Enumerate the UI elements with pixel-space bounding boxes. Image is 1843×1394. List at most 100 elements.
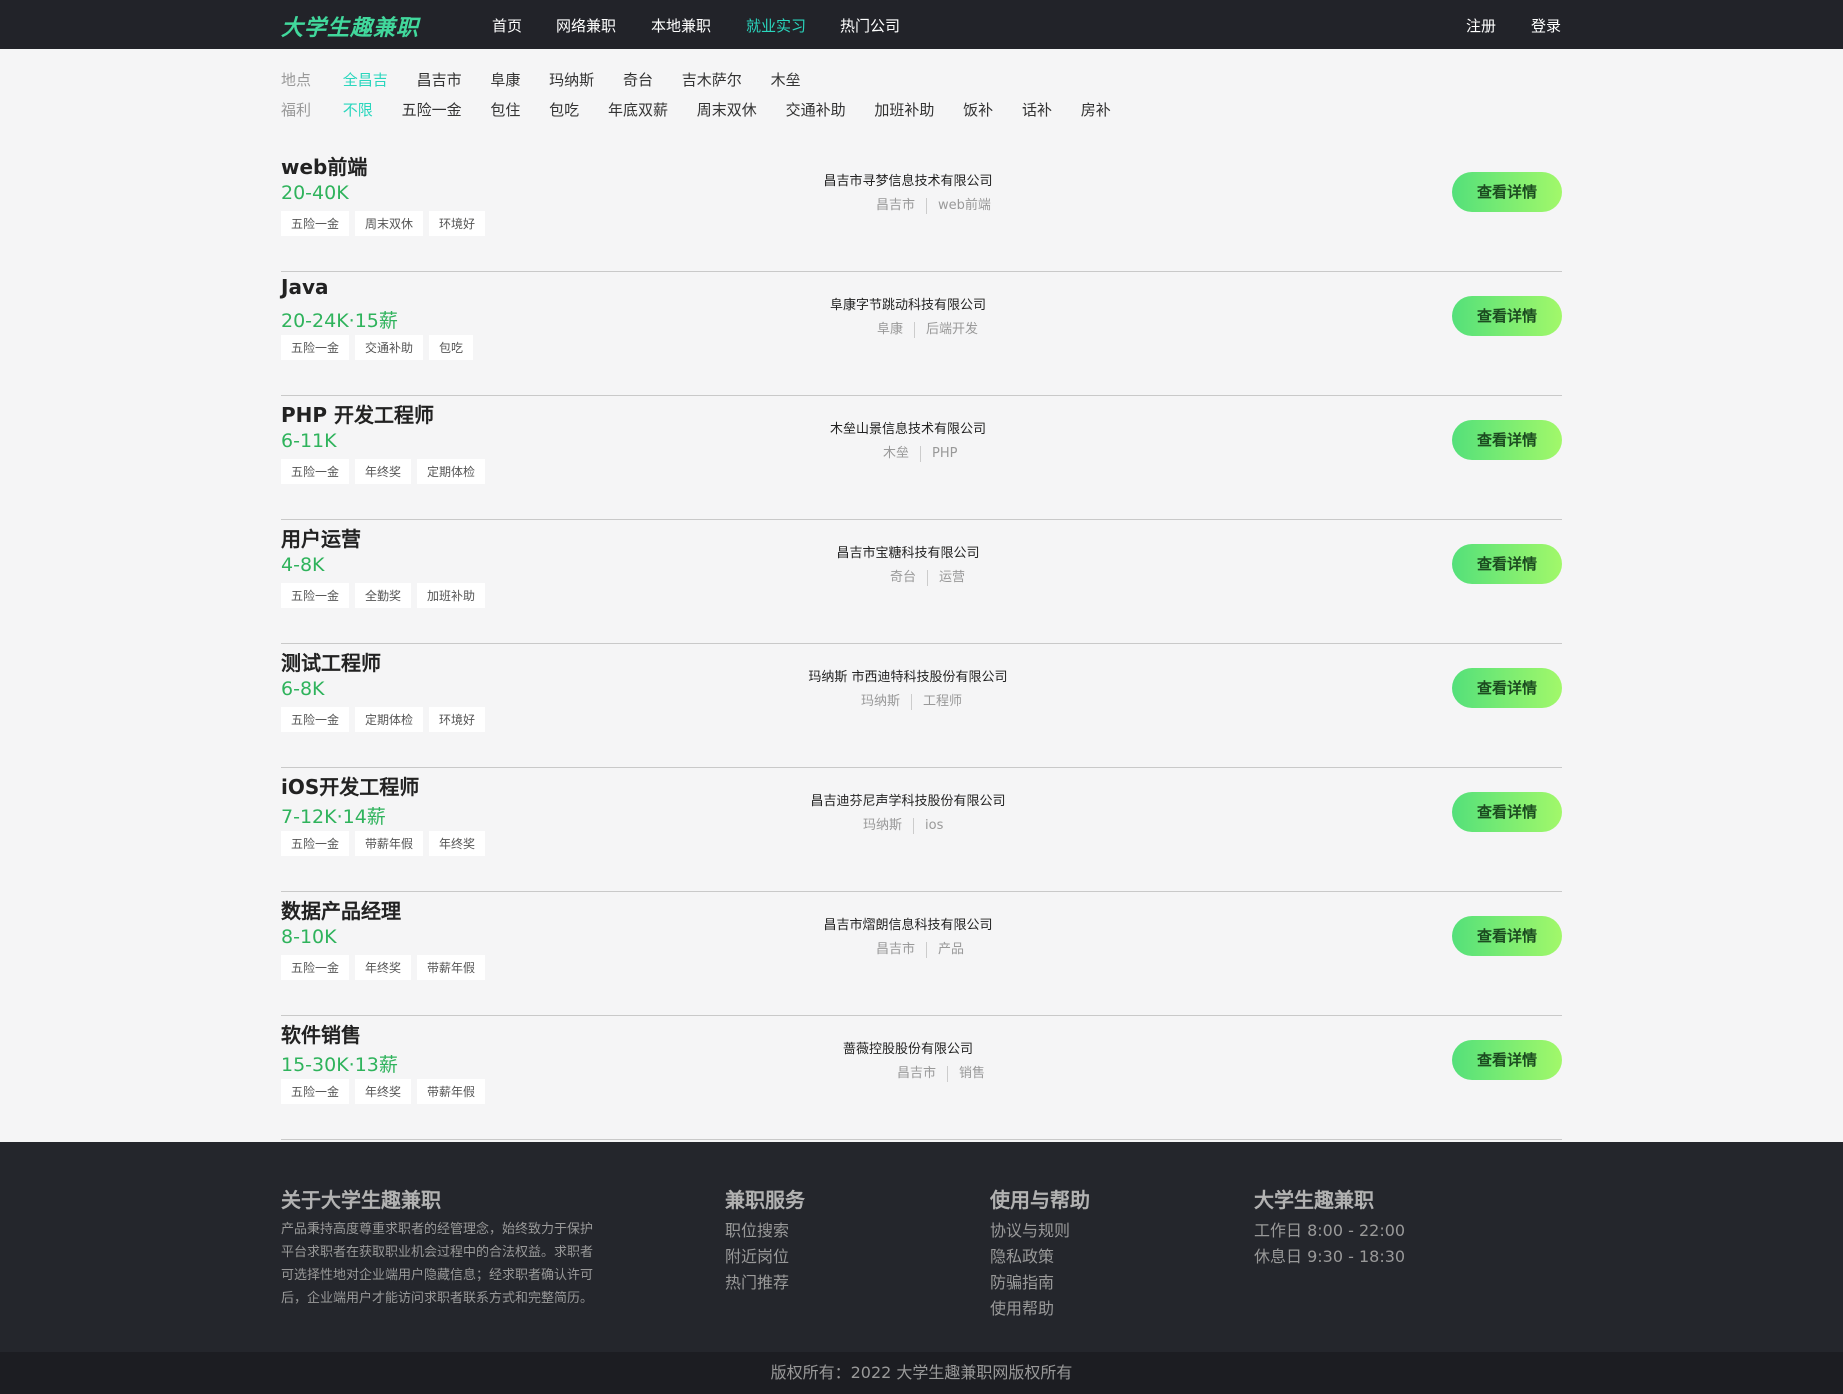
location-option[interactable]: 阜康 xyxy=(490,69,520,90)
job-category: 销售 xyxy=(959,1066,986,1081)
login-link[interactable]: 登录 xyxy=(1531,15,1561,36)
benefit-option[interactable]: 不限 xyxy=(343,99,373,120)
company-name[interactable]: 阜康字节跳动科技有限公司 xyxy=(748,294,1068,313)
location-option[interactable]: 玛纳斯 xyxy=(549,69,594,90)
benefit-option[interactable]: 年底双薪 xyxy=(608,99,668,120)
site-logo[interactable]: 大学生趣兼职 xyxy=(281,10,419,42)
job-title[interactable]: 软件销售 xyxy=(281,1019,361,1048)
register-link[interactable]: 注册 xyxy=(1466,15,1496,36)
job-title[interactable]: PHP 开发工程师 xyxy=(281,399,434,428)
benefit-tag: 五险一金 xyxy=(281,955,350,980)
job-title[interactable]: 测试工程师 xyxy=(281,647,381,676)
job-title[interactable]: 数据产品经理 xyxy=(281,895,401,924)
location-option[interactable]: 木垒 xyxy=(771,69,801,90)
benefit-tag: 五险一金 xyxy=(281,831,350,856)
benefit-option[interactable]: 包住 xyxy=(490,99,520,120)
benefit-option[interactable]: 周末双休 xyxy=(697,99,757,120)
job-location: 昌吉市 xyxy=(876,198,916,213)
company-name[interactable]: 木垒山景信息技术有限公司 xyxy=(748,418,1068,437)
benefit-option[interactable]: 五险一金 xyxy=(402,99,462,120)
meta-divider xyxy=(913,817,915,834)
benefit-tag: 交通补助 xyxy=(355,335,424,360)
meta-divider xyxy=(947,1065,949,1082)
footer-link-nearby-jobs[interactable]: 附近岗位 xyxy=(725,1244,789,1270)
job-title[interactable]: 用户运营 xyxy=(281,523,361,552)
benefit-option[interactable]: 交通补助 xyxy=(786,99,846,120)
job-salary: 6-8K xyxy=(281,678,325,700)
benefit-option[interactable]: 房补 xyxy=(1081,99,1111,120)
view-details-button[interactable]: 查看详情 xyxy=(1452,668,1562,708)
job-meta: 奇台 运营 xyxy=(890,566,965,586)
job-title[interactable]: Java xyxy=(281,275,328,299)
nav-local-jobs[interactable]: 本地兼职 xyxy=(651,15,711,36)
site-footer: 关于大学生趣兼职 产品秉持高度尊重求职者的经管理念，始终致力于保护平台求职者在获… xyxy=(0,1142,1843,1352)
nav-internship[interactable]: 就业实习 xyxy=(746,15,806,36)
view-details-button[interactable]: 查看详情 xyxy=(1452,172,1562,212)
view-details-button[interactable]: 查看详情 xyxy=(1452,792,1562,832)
company-name[interactable]: 昌吉市宝糖科技有限公司 xyxy=(748,542,1068,561)
footer-hours: 工作日 8:00 - 22:00 休息日 9:30 - 18:30 xyxy=(1254,1218,1405,1270)
job-tags: 五险一金 年终奖 带薪年假 xyxy=(281,955,491,980)
company-name[interactable]: 昌吉市寻梦信息技术有限公司 xyxy=(748,170,1068,189)
footer-link-job-search[interactable]: 职位搜索 xyxy=(725,1218,789,1244)
job-card: PHP 开发工程师 6-11K 五险一金 年终奖 定期体检 木垒山景信息技术有限公司… xyxy=(281,396,1562,520)
nav-online-jobs[interactable]: 网络兼职 xyxy=(556,15,616,36)
nav-hot-companies[interactable]: 热门公司 xyxy=(840,15,900,36)
benefit-option[interactable]: 加班补助 xyxy=(874,99,934,120)
view-details-button[interactable]: 查看详情 xyxy=(1452,1040,1562,1080)
benefit-tag: 年终奖 xyxy=(355,1079,412,1104)
nav-home[interactable]: 首页 xyxy=(492,15,522,36)
job-salary: 8-10K xyxy=(281,926,337,948)
benefit-tag: 五险一金 xyxy=(281,459,350,484)
view-details-button[interactable]: 查看详情 xyxy=(1452,544,1562,584)
footer-link-help[interactable]: 使用帮助 xyxy=(990,1296,1070,1322)
benefit-option[interactable]: 包吃 xyxy=(549,99,579,120)
location-option[interactable]: 奇台 xyxy=(623,69,653,90)
company-name[interactable]: 昌吉市熠朗信息科技有限公司 xyxy=(748,914,1068,933)
location-option[interactable]: 昌吉市 xyxy=(417,69,462,90)
job-category: ios xyxy=(925,818,944,833)
view-details-button[interactable]: 查看详情 xyxy=(1452,916,1562,956)
company-name[interactable]: 玛纳斯 市西迪特科技股份有限公司 xyxy=(748,666,1068,685)
benefit-tag: 包吃 xyxy=(429,335,474,360)
job-card: 测试工程师 6-8K 五险一金 定期体检 环境好 玛纳斯 市西迪特科技股份有限公司 … xyxy=(281,644,1562,768)
company-name[interactable]: 蔷薇控股股份有限公司 xyxy=(748,1038,1068,1057)
footer-help-title: 使用与帮助 xyxy=(990,1188,1090,1212)
meta-divider xyxy=(927,569,929,586)
job-location: 木垒 xyxy=(883,446,910,461)
footer-link-hot-picks[interactable]: 热门推荐 xyxy=(725,1270,789,1296)
footer-services-links: 职位搜索 附近岗位 热门推荐 xyxy=(725,1218,789,1296)
job-title[interactable]: web前端 xyxy=(281,151,367,180)
view-details-button[interactable]: 查看详情 xyxy=(1452,420,1562,460)
benefit-tag: 周末双休 xyxy=(355,211,424,236)
meta-divider xyxy=(914,321,916,338)
job-title[interactable]: iOS开发工程师 xyxy=(281,771,419,800)
footer-link-privacy[interactable]: 隐私政策 xyxy=(990,1244,1070,1270)
benefit-tag: 带薪年假 xyxy=(417,1079,486,1104)
benefit-option[interactable]: 饭补 xyxy=(963,99,993,120)
footer-hours-title: 大学生趣兼职 xyxy=(1254,1188,1374,1212)
benefits-filter: 福利 不限 五险一金 包住 包吃 年底双薪 周末双休 交通补助 加班补助 饭补 … xyxy=(281,99,1135,129)
benefit-tag: 五险一金 xyxy=(281,707,350,732)
job-meta: 玛纳斯 ios xyxy=(863,814,943,834)
benefit-tag: 带薪年假 xyxy=(417,955,486,980)
location-option[interactable]: 全昌吉 xyxy=(343,69,388,90)
benefit-tag: 全勤奖 xyxy=(355,583,412,608)
job-salary: 20-40K xyxy=(281,182,349,204)
benefit-tag: 五险一金 xyxy=(281,211,350,236)
benefit-tag: 年终奖 xyxy=(355,955,412,980)
job-card: 数据产品经理 8-10K 五险一金 年终奖 带薪年假 昌吉市熠朗信息科技有限公司 昌… xyxy=(281,892,1562,1016)
job-tags: 五险一金 带薪年假 年终奖 xyxy=(281,831,491,856)
view-details-button[interactable]: 查看详情 xyxy=(1452,296,1562,336)
job-location: 玛纳斯 xyxy=(863,818,903,833)
benefit-tag: 加班补助 xyxy=(417,583,486,608)
benefit-option[interactable]: 话补 xyxy=(1022,99,1052,120)
job-card: 用户运营 4-8K 五险一金 全勤奖 加班补助 昌吉市宝糖科技有限公司 奇台 运营 查… xyxy=(281,520,1562,644)
footer-help-links: 协议与规则 隐私政策 防骗指南 使用帮助 xyxy=(990,1218,1070,1322)
location-option[interactable]: 吉木萨尔 xyxy=(682,69,742,90)
footer-link-anti-fraud[interactable]: 防骗指南 xyxy=(990,1270,1070,1296)
weekday-hours: 工作日 8:00 - 22:00 xyxy=(1254,1221,1406,1240)
company-name[interactable]: 昌吉迪芬尼声学科技股份有限公司 xyxy=(748,790,1068,809)
footer-link-agreement[interactable]: 协议与规则 xyxy=(990,1218,1070,1244)
job-meta: 木垒 PHP xyxy=(883,442,957,462)
